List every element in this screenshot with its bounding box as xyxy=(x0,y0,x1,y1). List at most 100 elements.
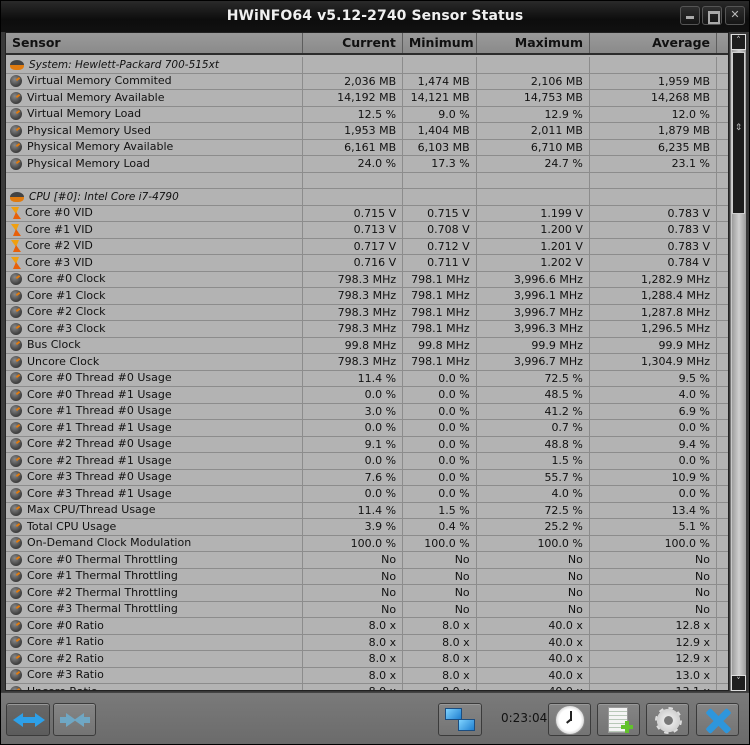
table-row[interactable]: Core #0 Ratio 8.0 x 8.0 x 40.0 x 12.8 x xyxy=(6,618,728,635)
table-row[interactable]: Core #0 Thread #1 Usage 0.0 % 0.0 % 48.5 % 4… xyxy=(6,387,728,404)
current-value: 8.0 x xyxy=(303,667,404,683)
gauge-icon xyxy=(10,669,22,682)
table-row[interactable]: Core #0 Clock 798.3 MHz 798.1 MHz 3,996.6 M… xyxy=(6,271,728,288)
column-header-average[interactable]: Average xyxy=(590,33,717,53)
table-row[interactable]: Core #2 Thread #1 Usage 0.0 % 0.0 % 1.5 % 0.… xyxy=(6,453,728,470)
sensor-name: Virtual Memory Available xyxy=(27,90,165,104)
table-row[interactable]: Core #2 Thread #0 Usage 9.1 % 0.0 % 48.8 % 9… xyxy=(6,436,728,453)
average-value: 23.1 % xyxy=(590,156,718,172)
collapse-button[interactable] xyxy=(53,703,96,736)
table-row[interactable]: Virtual Memory Available 14,192 MB 14,121 … xyxy=(6,90,728,107)
minimum-value: 17.3 % xyxy=(403,156,477,172)
sensor-group-row[interactable]: CPU [#0]: Intel Core i7-4790 xyxy=(6,189,728,206)
sensor-name: On-Demand Clock Modulation xyxy=(27,536,192,550)
row-filler xyxy=(717,57,728,73)
table-row[interactable]: Core #1 Ratio 8.0 x 8.0 x 40.0 x 12.9 x xyxy=(6,634,728,651)
table-row[interactable]: Core #1 Clock 798.3 MHz 798.1 MHz 3,996.1 M… xyxy=(6,288,728,305)
table-row[interactable]: Core #3 Ratio 8.0 x 8.0 x 40.0 x 13.0 x xyxy=(6,667,728,684)
current-value: 24.0 % xyxy=(303,156,404,172)
table-row[interactable]: Core #3 Clock 798.3 MHz 798.1 MHz 3,996.3 M… xyxy=(6,321,728,338)
row-filler xyxy=(717,288,728,304)
table-row[interactable]: Core #3 Thread #1 Usage 0.0 % 0.0 % 4.0 % 0.… xyxy=(6,486,728,503)
table-row[interactable]: Core #2 VID 0.717 V 0.712 V 1.201 V 0.783 V xyxy=(6,238,728,255)
minimum-value: 100.0 % xyxy=(403,535,477,551)
sensor-name: Physical Memory Available xyxy=(27,140,174,154)
logging-button[interactable] xyxy=(597,703,640,736)
row-filler xyxy=(717,635,728,651)
minimum-value: 8.0 x xyxy=(403,684,477,690)
sensor-name-cell: Core #0 VID xyxy=(6,205,303,221)
row-filler xyxy=(717,684,728,690)
vertical-scrollbar[interactable]: ˄ ⇕ ˅ xyxy=(730,34,746,691)
row-filler xyxy=(717,140,728,156)
column-header-sensor[interactable]: Sensor xyxy=(6,33,303,53)
minimize-button[interactable] xyxy=(680,6,700,25)
expand-button[interactable] xyxy=(6,703,50,736)
row-filler xyxy=(717,453,728,469)
scroll-down-button[interactable]: ˅ xyxy=(731,675,746,691)
reset-clock-button[interactable] xyxy=(548,703,591,736)
table-row[interactable]: On-Demand Clock Modulation 100.0 % 100.0 %… xyxy=(6,535,728,552)
minimum-value: No xyxy=(403,601,477,617)
table-row[interactable]: Uncore Ratio8.0 x8.0 x40.0 x13.1 x xyxy=(6,684,728,690)
blank-row[interactable] xyxy=(6,172,728,189)
table-row[interactable]: Virtual Memory Load 12.5 % 9.0 % 12.9 % 12.0… xyxy=(6,106,728,123)
window-close-button[interactable]: ✕ xyxy=(725,6,745,25)
table-row[interactable]: Bus Clock 99.8 MHz 99.8 MHz 99.9 MHz 99.9 MH… xyxy=(6,337,728,354)
close-button[interactable] xyxy=(696,703,739,736)
scrollbar-thumb[interactable]: ⇕ xyxy=(732,52,745,214)
column-header-maximum[interactable]: Maximum xyxy=(477,33,590,53)
table-row[interactable]: Total CPU Usage 3.9 % 0.4 % 25.2 % 5.1 % xyxy=(6,519,728,536)
gauge-icon xyxy=(10,322,22,335)
network-button[interactable] xyxy=(438,703,482,736)
table-row[interactable]: Core #2 Ratio 8.0 x 8.0 x 40.0 x 12.9 x xyxy=(6,651,728,668)
sensor-name: Core #0 Thermal Throttling xyxy=(27,552,178,566)
table-row[interactable]: Core #3 Thermal Throttling No No No No xyxy=(6,601,728,618)
row-filler xyxy=(717,255,728,271)
maximum-value: 40.0 x xyxy=(477,667,590,683)
average-value: 0.0 % xyxy=(590,453,718,469)
table-row[interactable]: Core #1 Thread #1 Usage 0.0 % 0.0 % 0.7 % 0.… xyxy=(6,420,728,437)
table-row[interactable]: Core #3 VID 0.716 V 0.711 V 1.202 V 0.784 V xyxy=(6,255,728,272)
sensor-group-row[interactable]: System: Hewlett-Packard 700-515xt xyxy=(6,57,728,74)
table-row[interactable]: Physical Memory Used 1,953 MB 1,404 MB 2,01… xyxy=(6,123,728,140)
table-row[interactable]: Core #2 Thermal Throttling No No No No xyxy=(6,585,728,602)
sensor-name-cell: Core #2 Clock xyxy=(6,304,303,320)
table-row[interactable]: Uncore Clock 798.3 MHz 798.1 MHz 3,996.7 MH… xyxy=(6,354,728,371)
sensor-name-cell: Core #1 Ratio xyxy=(6,634,303,650)
minimum-value: 8.0 x xyxy=(403,667,477,683)
table-row[interactable]: Core #0 Thermal Throttling No No No No xyxy=(6,552,728,569)
maximum-value: 1.202 V xyxy=(477,255,590,271)
table-row[interactable]: Virtual Memory Commited 2,036 MB 1,474 MB 2… xyxy=(6,73,728,90)
table-row[interactable]: Core #1 Thread #0 Usage 3.0 % 0.0 % 41.2 % 6… xyxy=(6,403,728,420)
table-row[interactable]: Core #0 Thread #0 Usage 11.4 % 0.0 % 72.5 %… xyxy=(6,370,728,387)
column-header-current[interactable]: Current xyxy=(303,33,403,53)
maximum-value xyxy=(477,172,590,188)
maximize-button[interactable] xyxy=(702,6,722,25)
table-row[interactable]: Core #1 Thermal Throttling No No No No xyxy=(6,568,728,585)
table-row[interactable]: Core #0 VID 0.715 V 0.715 V 1.199 V 0.783 V xyxy=(6,205,728,222)
average-value: 5.1 % xyxy=(590,519,718,535)
sensor-name-cell: Core #3 Thread #0 Usage xyxy=(6,469,303,485)
settings-button[interactable] xyxy=(646,703,689,736)
table-row[interactable]: Core #2 Clock 798.3 MHz 798.1 MHz 3,996.7 M… xyxy=(6,304,728,321)
maximum-value: 24.7 % xyxy=(477,156,590,172)
table-row[interactable]: Max CPU/Thread Usage 11.4 % 1.5 % 72.5 % 13.… xyxy=(6,502,728,519)
sensor-name-cell: Core #0 Thermal Throttling xyxy=(6,552,303,568)
minimum-value: 8.0 x xyxy=(403,651,477,667)
table-row[interactable]: Physical Memory Load 24.0 % 17.3 % 24.7 % 23… xyxy=(6,156,728,173)
current-value: 0.715 V xyxy=(303,205,404,221)
row-filler xyxy=(717,123,728,139)
current-value: 8.0 x xyxy=(303,634,404,650)
scroll-up-button[interactable]: ˄ xyxy=(731,34,746,50)
title-bar[interactable]: HWiNFO64 v5.12-2740 Sensor Status ✕ xyxy=(1,1,749,32)
table-row[interactable]: Core #1 VID 0.713 V 0.708 V 1.200 V 0.783 V xyxy=(6,222,728,239)
table-row[interactable]: Core #3 Thread #0 Usage 7.6 % 0.0 % 55.7 % 1… xyxy=(6,469,728,486)
average-value: 13.0 x xyxy=(590,667,718,683)
row-filler xyxy=(717,305,728,321)
column-header-minimum[interactable]: Minimum xyxy=(403,33,477,53)
gauge-icon xyxy=(10,537,22,550)
minimum-value: 0.708 V xyxy=(403,222,477,238)
table-row[interactable]: Physical Memory Available 6,161 MB 6,103 M… xyxy=(6,139,728,156)
minimum-value: 798.1 MHz xyxy=(403,321,477,337)
